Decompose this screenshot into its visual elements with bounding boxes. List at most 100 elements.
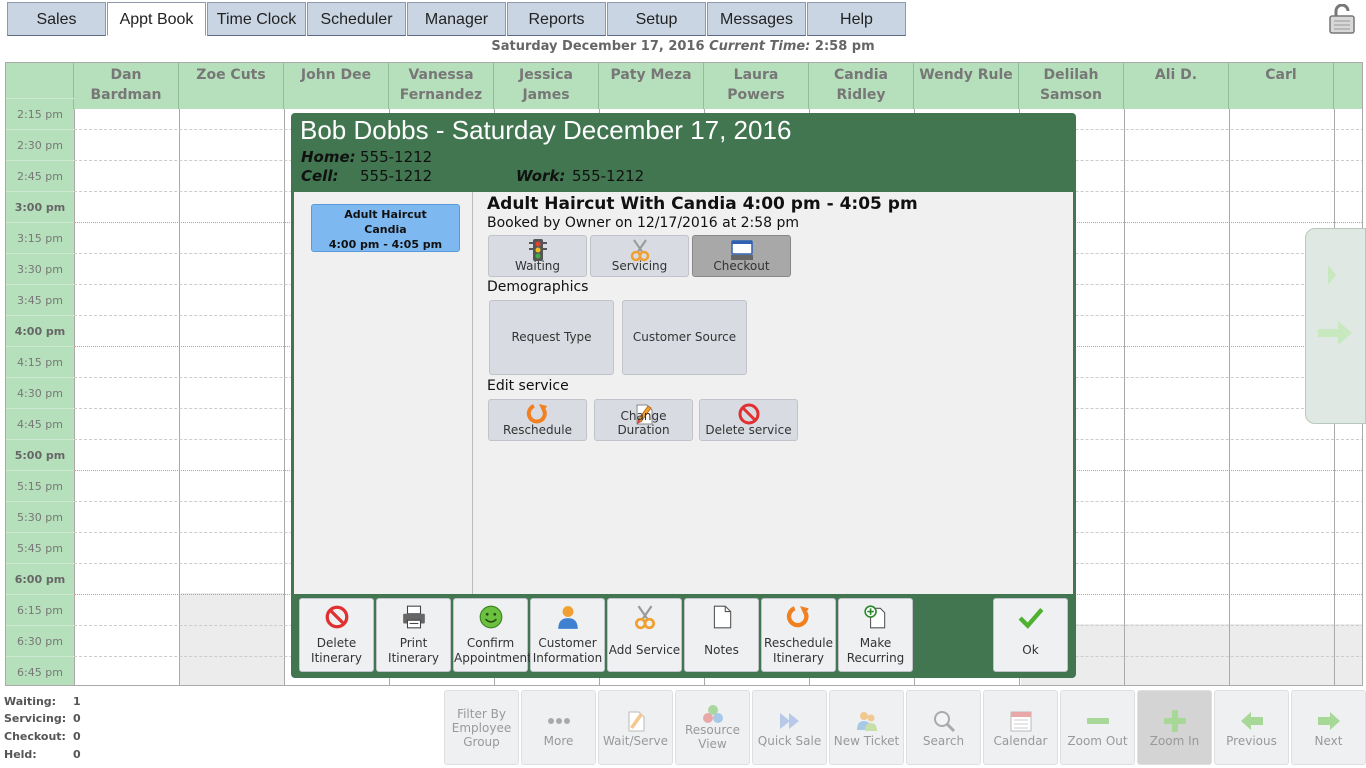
new-ticket-button[interactable]: New Ticket <box>829 690 904 765</box>
employee-column-header[interactable]: Zoe Cuts <box>179 63 284 109</box>
smiley-icon <box>479 605 502 629</box>
add-service-button[interactable]: Add Service <box>607 598 682 672</box>
ok-label: Ok <box>1022 643 1039 657</box>
customer-source-button[interactable]: Customer Source <box>622 300 747 375</box>
time-slot-label: 4:00 pm <box>6 315 74 346</box>
employee-column-header[interactable]: John Dee <box>284 63 389 109</box>
reschedule-itinerary-label-2: Itinerary <box>773 651 824 665</box>
appt-stylist: Candia <box>364 223 407 236</box>
tab-time-clock[interactable]: Time Clock <box>207 2 306 36</box>
time-slot-label: 6:45 pm <box>6 656 74 685</box>
customer-information-label-2: Information <box>532 651 603 665</box>
filter-label-3: Group <box>463 735 500 749</box>
tab-appt-book[interactable]: Appt Book <box>107 2 206 36</box>
waiting-button[interactable]: Waiting <box>488 235 587 277</box>
delete-itinerary-button[interactable]: Delete Itinerary <box>299 598 374 672</box>
appointment-list: Adult Haircut Candia 4:00 pm - 4:05 pm <box>294 192 473 594</box>
employee-column-header[interactable]: Ed <box>1334 63 1362 109</box>
checkmark-icon <box>1018 607 1043 629</box>
filter-label-1: Filter By <box>457 707 506 721</box>
make-recurring-label-1: Make <box>859 636 892 650</box>
tab-scheduler[interactable]: Scheduler <box>307 2 406 36</box>
dialog-title: Bob Dobbs - Saturday December 17, 2016 <box>300 115 792 145</box>
tab-sales[interactable]: Sales <box>7 2 106 36</box>
employee-column-header[interactable]: Wendy Rule <box>914 63 1019 109</box>
minus-icon <box>1086 718 1109 724</box>
service-title: Adult Haircut With Candia 4:00 pm - 4:05… <box>487 194 918 214</box>
ok-button[interactable]: Ok <box>993 598 1068 672</box>
notes-button[interactable]: Notes <box>684 598 759 672</box>
confirm-appointment-label-2: Appointment <box>454 651 532 665</box>
change-duration-button[interactable]: Change Duration <box>594 399 693 441</box>
checkout-button[interactable]: Checkout <box>692 235 791 277</box>
customer-information-button[interactable]: Customer Information <box>530 598 605 672</box>
cell-phone-label: Cell: <box>301 167 339 185</box>
document-icon <box>713 605 731 629</box>
delete-itinerary-label-1: Delete <box>316 636 357 650</box>
delete-service-button[interactable]: Delete service <box>699 399 798 441</box>
dialog-footer: Delete Itinerary Print Itinerary Confirm Ap… <box>291 594 1076 678</box>
employee-column-header[interactable]: Laura Powers <box>704 63 809 109</box>
calendar-icon <box>1010 711 1031 732</box>
reschedule-itinerary-button[interactable]: Reschedule Itinerary <box>761 598 836 672</box>
current-date-time: Saturday December 17, 2016 Current Time:… <box>0 38 1366 60</box>
servicing-count: 0 <box>73 712 81 725</box>
previous-button[interactable]: Previous <box>1214 690 1289 765</box>
make-recurring-button[interactable]: Make Recurring <box>838 598 913 672</box>
side-scroll-panel[interactable] <box>1305 228 1366 424</box>
tab-reports[interactable]: Reports <box>507 2 606 36</box>
previous-label: Previous <box>1226 734 1277 748</box>
time-slot-label: 5:00 pm <box>6 439 74 470</box>
booked-info: Booked by Owner on 12/17/2016 at 2:58 pm <box>487 215 800 231</box>
confirm-appointment-label-1: Confirm <box>466 636 515 650</box>
quick-sale-button[interactable]: Quick Sale <box>752 690 827 765</box>
employee-column-header[interactable]: Jessica James <box>494 63 599 109</box>
more-button[interactable]: More <box>521 690 596 765</box>
fast-forward-icon <box>779 713 799 729</box>
servicing-button[interactable]: Servicing <box>590 235 689 277</box>
time-slot-label: 5:15 pm <box>6 470 74 501</box>
time-slot-label: 3:15 pm <box>6 222 74 253</box>
wait-serve-label: Wait/Serve <box>603 734 668 748</box>
resource-view-label-2: View <box>698 737 727 751</box>
employee-column-header[interactable]: Dan Bardman <box>74 63 179 109</box>
employee-column-header[interactable]: Ali D. <box>1124 63 1229 109</box>
reschedule-label: Reschedule <box>503 423 572 437</box>
prohibited-icon <box>325 605 348 629</box>
employee-column-header[interactable]: Carl <box>1229 63 1334 109</box>
reschedule-button[interactable]: Reschedule <box>488 399 587 441</box>
next-button[interactable]: Next <box>1291 690 1366 765</box>
delete-service-label: Delete service <box>705 423 792 437</box>
zoom-in-button[interactable]: Zoom In <box>1137 690 1212 765</box>
tab-setup[interactable]: Setup <box>607 2 706 36</box>
print-itinerary-button[interactable]: Print Itinerary <box>376 598 451 672</box>
confirm-appointment-button[interactable]: Confirm Appointment <box>453 598 532 672</box>
unlock-icon[interactable] <box>1328 3 1356 34</box>
appointment-card[interactable]: Adult Haircut Candia 4:00 pm - 4:05 pm <box>311 204 460 252</box>
search-button[interactable]: Search <box>906 690 981 765</box>
time-slot-label: 5:45 pm <box>6 532 74 563</box>
wait-serve-button[interactable]: Wait/Serve <box>598 690 673 765</box>
employee-column-header[interactable]: Delilah Samson <box>1019 63 1124 109</box>
appointment-dialog: Bob Dobbs - Saturday December 17, 2016 H… <box>291 113 1076 678</box>
checkout-label: Checkout <box>713 259 770 273</box>
tab-messages[interactable]: Messages <box>707 2 806 36</box>
employee-column-header[interactable]: Candia Ridley <box>809 63 914 109</box>
tab-help[interactable]: Help <box>807 2 906 36</box>
arrow-right-icon <box>1317 712 1340 730</box>
current-date: Saturday December 17, 2016 <box>491 39 705 54</box>
home-phone: 555-1212 <box>360 148 433 166</box>
calendar-button[interactable]: Calendar <box>983 690 1058 765</box>
print-itinerary-label-2: Itinerary <box>388 651 439 665</box>
status-summary: Waiting: 1 Servicing: 0 Checkout: 0 Held… <box>0 690 100 768</box>
column-divider <box>179 109 180 685</box>
employee-column-header[interactable]: Paty Meza <box>599 63 704 109</box>
employee-column-header[interactable]: Vanessa Fernandez <box>389 63 494 109</box>
time-slot-label: 4:45 pm <box>6 408 74 439</box>
zoom-out-button[interactable]: Zoom Out <box>1060 690 1135 765</box>
more-dots-icon <box>547 718 570 724</box>
resource-view-button[interactable]: Resource View <box>675 690 750 765</box>
filter-employee-group-button[interactable]: Filter By Employee Group <box>444 690 519 765</box>
request-type-button[interactable]: Request Type <box>489 300 614 375</box>
tab-manager[interactable]: Manager <box>407 2 506 36</box>
